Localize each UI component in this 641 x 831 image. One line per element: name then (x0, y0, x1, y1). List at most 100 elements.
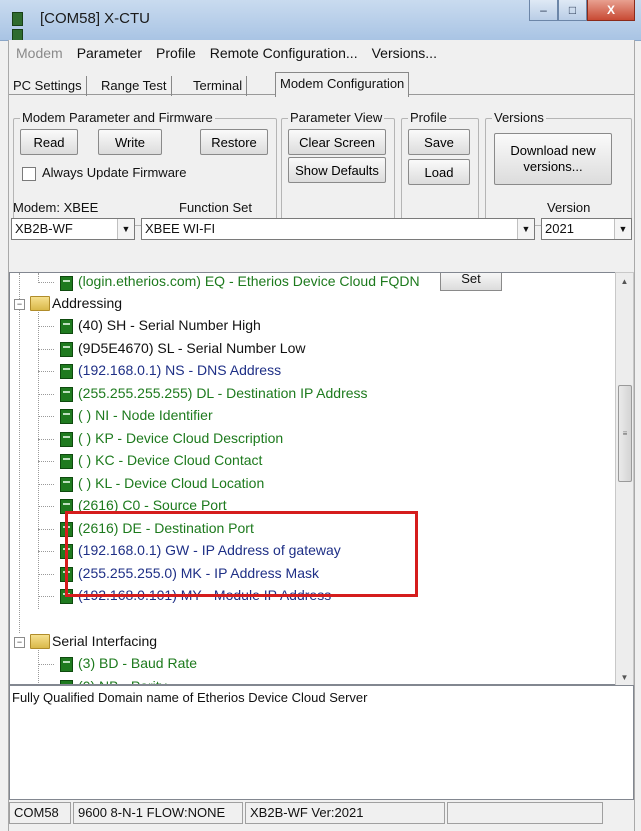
tree-folder-addressing[interactable]: − Addressing (10, 293, 610, 315)
maximize-button[interactable]: □ (558, 0, 587, 21)
load-button[interactable]: Load (408, 159, 470, 185)
tree-item[interactable]: ( ) KP - Device Cloud Description (10, 428, 610, 450)
profile-group-label: Profile (408, 110, 449, 125)
tree-item-label: (9D5E4670) SL - Serial Number Low (78, 339, 306, 356)
tab-modem-configuration[interactable]: Modem Configuration (275, 72, 410, 97)
write-button[interactable]: Write (98, 129, 162, 155)
folder-label: Addressing (52, 295, 123, 311)
parameter-icon (60, 386, 73, 402)
status-empty (447, 802, 603, 824)
tree-item-label: (40) SH - Serial Number High (78, 317, 261, 333)
highlight-box (65, 511, 418, 597)
menu-parameter[interactable]: Parameter (70, 43, 149, 65)
folder-icon (30, 634, 50, 649)
menu-versions[interactable]: Versions... (365, 43, 444, 65)
tree-item-label: (login.etherios.com) EQ - Etherios Devic… (78, 273, 420, 289)
modem-label: Modem: XBEE (13, 200, 99, 215)
window-title: [COM58] X-CTU (40, 10, 151, 27)
tree-item-label: ( ) KL - Device Cloud Location (78, 474, 265, 491)
status-firmware: XB2B-WF Ver:2021 (245, 802, 445, 824)
version-select[interactable]: 2021 ▼ (541, 218, 632, 240)
folder-label: Serial Interfacing (52, 633, 158, 649)
tree-item-label: (0) NB - Parity (78, 678, 167, 685)
menu-modem[interactable]: Modem (9, 43, 70, 65)
version-select-value: 2021 (545, 221, 574, 236)
tab-terminal[interactable]: Terminal (189, 76, 248, 96)
tree-item-label: ( ) KP - Device Cloud Description (78, 429, 284, 446)
minimize-button[interactable]: – (529, 0, 558, 21)
save-button[interactable]: Save (408, 129, 470, 155)
collapse-icon[interactable]: − (14, 299, 25, 310)
always-update-label: Always Update Firmware (42, 165, 187, 180)
menu-remote-configuration[interactable]: Remote Configuration... (203, 43, 365, 65)
menu-profile[interactable]: Profile (149, 43, 203, 65)
parameter-view-group: Parameter View Clear Screen Show Default… (281, 110, 395, 226)
app-icon (12, 12, 34, 43)
tree-scrollbar[interactable]: ▲ ≡ ▼ (615, 272, 634, 687)
function-set-value: XBEE WI-FI (145, 221, 216, 236)
version-label: Version (547, 200, 591, 215)
chevron-down-icon[interactable]: ▼ (517, 219, 534, 239)
folder-icon (30, 296, 50, 311)
restore-button[interactable]: Restore (200, 129, 268, 155)
tree-item[interactable]: (255.255.255.255) DL - Destination IP Ad… (10, 383, 610, 405)
tree-folder-serial-interfacing[interactable]: − Serial Interfacing (10, 631, 610, 653)
tree-item-eq[interactable]: (login.etherios.com) EQ - Etherios Devic… (10, 273, 610, 295)
tree-item[interactable]: (9D5E4670) SL - Serial Number Low (10, 338, 610, 360)
scroll-up-icon[interactable]: ▲ (616, 273, 633, 290)
function-set-select[interactable]: XBEE WI-FI ▼ (141, 218, 535, 240)
parameter-icon (60, 364, 73, 379)
status-bar: COM58 9600 8-N-1 FLOW:NONE XB2B-WF Ver:2… (9, 802, 634, 826)
parameter-icon (60, 454, 73, 469)
chevron-down-icon[interactable]: ▼ (614, 219, 631, 239)
modem-select-value: XB2B-WF (15, 221, 73, 236)
tree-item-label: ( ) NI - Node Identifier (78, 407, 213, 423)
tree-item[interactable]: (0) NB - Parity (10, 676, 610, 685)
chevron-down-icon[interactable]: ▼ (117, 219, 134, 239)
scroll-thumb[interactable]: ≡ (618, 385, 632, 482)
tree-item-label: (3) BD - Baud Rate (78, 655, 198, 671)
set-button[interactable]: Set (440, 273, 502, 291)
clear-screen-button[interactable]: Clear Screen (288, 129, 386, 155)
window-controls: – □ X (529, 0, 635, 22)
firmware-group-label: Modem Parameter and Firmware (20, 110, 215, 125)
versions-group-label: Versions (492, 110, 546, 125)
tree-item-label: (192.168.0.1) NS - DNS Address (78, 362, 282, 378)
tree-item-label: (255.255.255.255) DL - Destination IP Ad… (78, 384, 368, 401)
modem-select[interactable]: XB2B-WF ▼ (11, 218, 135, 240)
download-versions-button[interactable]: Download new versions... (494, 133, 612, 185)
parameter-icon (60, 476, 73, 492)
scroll-down-icon[interactable]: ▼ (616, 669, 633, 686)
tree-item-label: ( ) KC - Device Cloud Contact (78, 452, 263, 468)
tab-range-test[interactable]: Range Test (97, 76, 172, 96)
parameter-icon (60, 657, 73, 672)
menu-bar: Modem Parameter Profile Remote Configura… (9, 43, 444, 65)
tree-item[interactable]: ( ) NI - Node Identifier (10, 405, 610, 427)
title-bar[interactable]: [COM58] X-CTU – □ X (0, 0, 641, 43)
close-button[interactable]: X (587, 0, 635, 21)
show-defaults-button[interactable]: Show Defaults (288, 157, 386, 183)
tree-item[interactable]: ( ) KC - Device Cloud Contact (10, 450, 610, 472)
tree-item[interactable]: (3) BD - Baud Rate (10, 653, 610, 675)
tab-pc-settings[interactable]: PC Settings (9, 76, 87, 96)
description-text: Fully Qualified Domain name of Etherios … (12, 690, 368, 705)
parameter-icon (60, 431, 73, 447)
status-settings: 9600 8-N-1 FLOW:NONE (73, 802, 243, 824)
parameter-view-label: Parameter View (288, 110, 385, 125)
parameter-icon (60, 341, 73, 357)
parameter-tree[interactable]: (login.etherios.com) EQ - Etherios Devic… (9, 272, 617, 685)
main-window: Modem Parameter Profile Remote Configura… (8, 40, 635, 831)
parameter-icon (60, 276, 73, 291)
collapse-icon[interactable]: − (14, 637, 25, 648)
always-update-checkbox[interactable] (22, 167, 36, 181)
parameter-icon (60, 319, 73, 334)
function-set-label: Function Set (179, 200, 252, 215)
tab-strip: PC Settings Range Test Terminal Modem Co… (9, 70, 634, 97)
parameter-icon (60, 409, 73, 424)
tree-item[interactable]: ( ) KL - Device Cloud Location (10, 473, 610, 495)
status-port: COM58 (9, 802, 71, 824)
tree-item[interactable]: (40) SH - Serial Number High (10, 315, 610, 337)
tree-item[interactable]: (192.168.0.1) NS - DNS Address (10, 360, 610, 382)
profile-group: Profile Save Load (401, 110, 479, 226)
read-button[interactable]: Read (20, 129, 78, 155)
